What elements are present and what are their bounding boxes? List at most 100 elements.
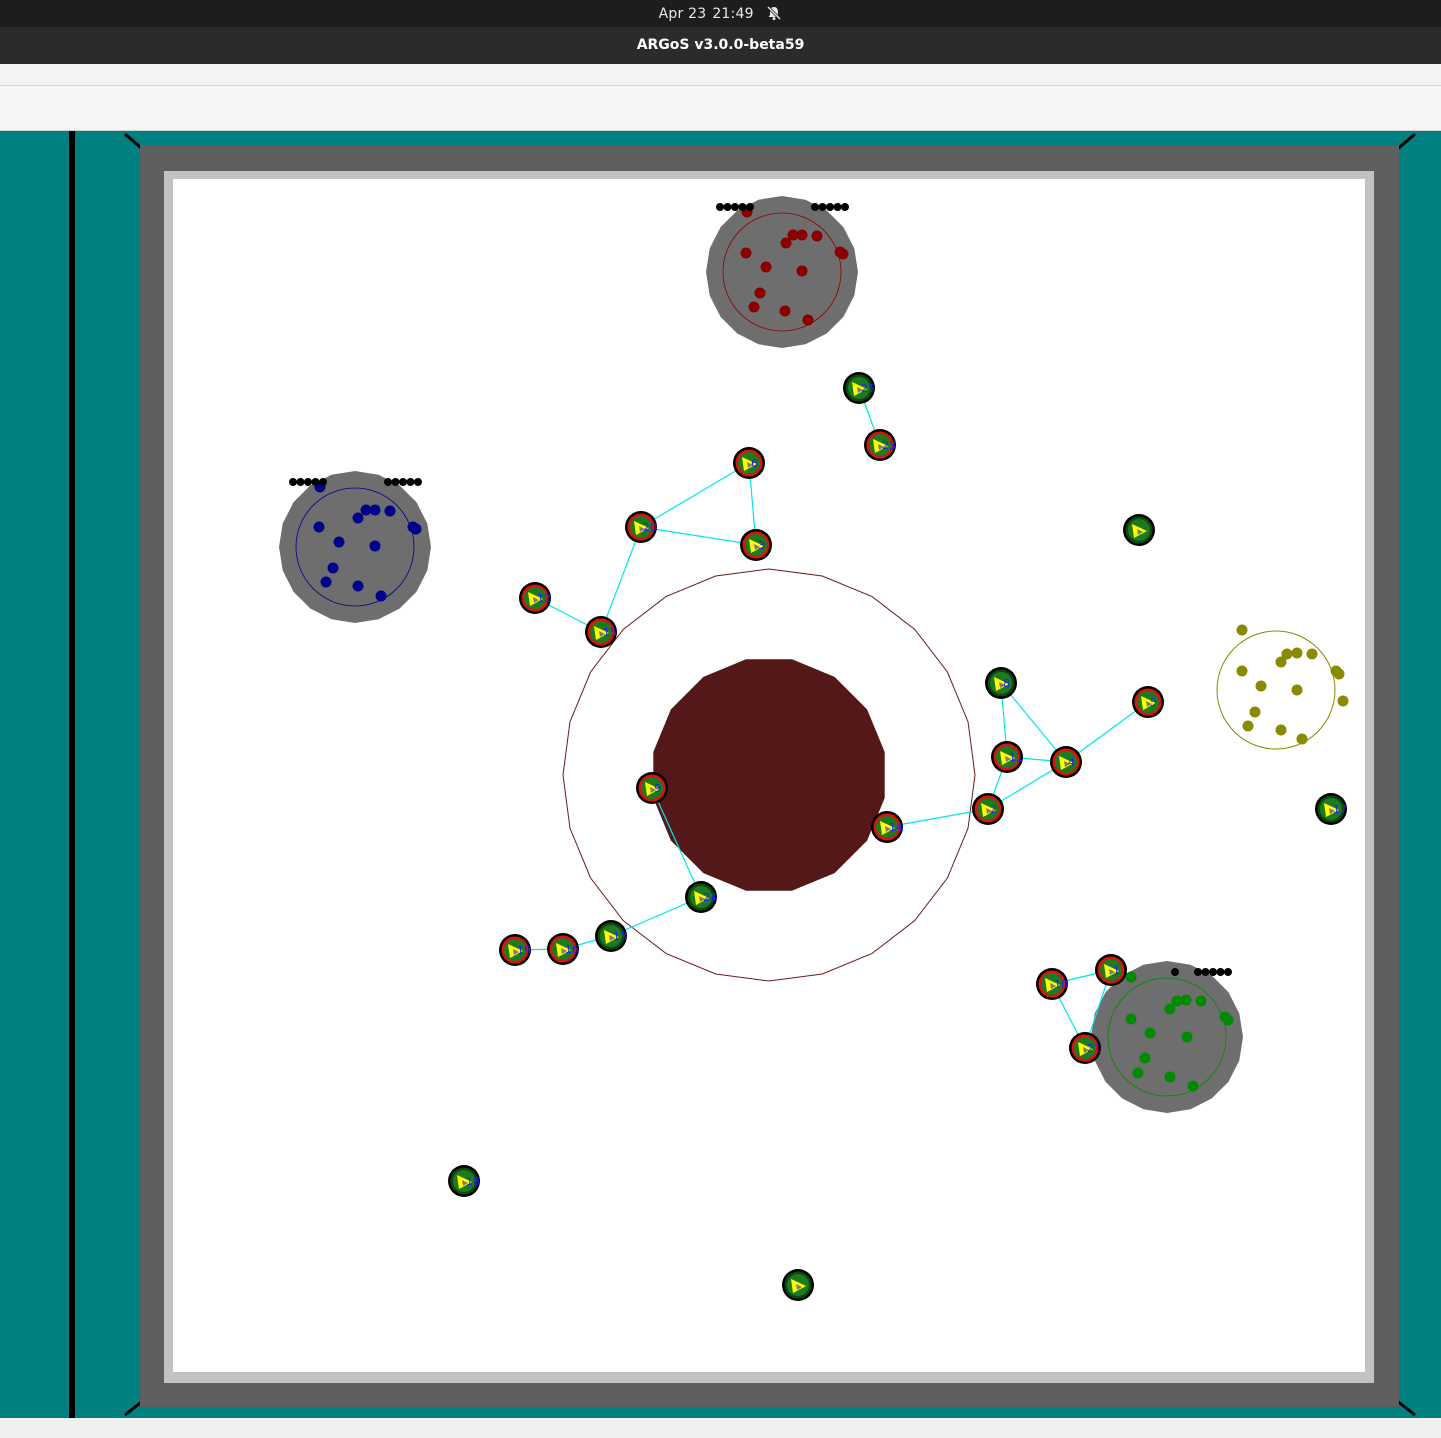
food-item [837, 248, 849, 260]
robot[interactable]: 9 [636, 772, 668, 804]
nest-marker-dot [414, 478, 422, 486]
nest-marker-dot [289, 478, 297, 486]
food-item [811, 230, 823, 242]
food-item [352, 580, 364, 592]
robot-id-label: 18 [466, 1175, 480, 1188]
robot-id-label: 19 [517, 944, 531, 957]
nest-marker-dot [1224, 968, 1232, 976]
central-obstacle [653, 659, 885, 891]
robot-id-label: 3 [758, 539, 765, 552]
nest-marker-dot [399, 478, 407, 486]
food-item [1275, 724, 1287, 736]
nest-marker-dot [304, 478, 312, 486]
nest-marker-dot [319, 478, 327, 486]
arena-scene[interactable]: 25 23 6 20 3 12 15 8 11 4 5 2 17 9 14 24 13 16 19 10 1 21 18 [0, 131, 1441, 1418]
system-top-bar: Apr 23 21:49 [0, 0, 1441, 27]
arena-3d-viewport[interactable]: 25 23 6 20 3 12 15 8 11 4 5 2 17 9 14 24 13 16 19 10 1 21 18 [0, 131, 1441, 1418]
robot-id-label: 13 [613, 930, 627, 943]
food-item [1333, 668, 1345, 680]
food-item [796, 265, 808, 277]
robot[interactable]: 17 [1315, 793, 1347, 825]
nest-marker-dot [391, 478, 400, 486]
clock-time: 21:49 [712, 6, 754, 22]
nest-marker-dot [1194, 968, 1202, 976]
bell-muted-icon [767, 5, 782, 21]
window-title: ARGoS v3.0.0-beta59 [636, 37, 805, 53]
nest-marker-dot [1209, 968, 1217, 976]
robot[interactable]: 11 [991, 741, 1023, 773]
status-bar [0, 1418, 1441, 1438]
robot-id-label: 12 [537, 592, 551, 605]
robot[interactable] [782, 1269, 814, 1301]
viewport-edge-line [69, 131, 75, 1418]
food-item [1291, 647, 1303, 659]
food-item [333, 536, 345, 548]
robot-id-label: 1 [1113, 964, 1120, 977]
robot[interactable]: 20 [625, 511, 657, 543]
robot[interactable]: 16 [547, 933, 579, 965]
robot-id-label: 2 [990, 803, 997, 816]
robot-id-label: 23 [882, 439, 896, 452]
menu-bar [0, 64, 1441, 86]
food-item [779, 305, 791, 317]
robot[interactable]: 18 [448, 1165, 480, 1197]
food-item [796, 229, 808, 241]
robot[interactable]: 19 [499, 934, 531, 966]
robot-id-label: 4 [1068, 756, 1075, 769]
robot-id-label: 25 [861, 382, 875, 395]
nest-marker-dot [384, 478, 392, 486]
food-item [1255, 680, 1267, 692]
robot[interactable]: 1 [1095, 954, 1127, 986]
robot[interactable]: 21 [1069, 1032, 1101, 1064]
nest-marker-dot [311, 478, 320, 486]
nest-marker-dot [296, 478, 305, 486]
nest-marker-dot [826, 203, 834, 211]
robot-id-label: 15 [603, 626, 617, 639]
system-clock[interactable]: Apr 23 21:49 [0, 5, 1441, 22]
robot-id-label: 9 [654, 782, 661, 795]
food-item [1125, 1013, 1137, 1025]
window-title-bar: ARGoS v3.0.0-beta59 [0, 27, 1441, 64]
food-item [1139, 1052, 1151, 1064]
robot[interactable] [1123, 514, 1155, 546]
robot[interactable]: 10 [1036, 968, 1068, 1000]
robot[interactable]: 8 [985, 667, 1017, 699]
robot[interactable]: 25 [843, 372, 875, 404]
food-item [352, 512, 364, 524]
nest-marker-dot [716, 203, 724, 211]
food-item [1164, 1071, 1176, 1083]
robot[interactable]: 6 [733, 447, 765, 479]
food-item [375, 590, 387, 602]
robot-id-label: 6 [751, 457, 758, 470]
robot[interactable]: 24 [685, 881, 717, 913]
food-item [327, 562, 339, 574]
food-item [1125, 971, 1137, 983]
robot[interactable]: 2 [972, 793, 1004, 825]
nest-marker-dot [738, 203, 747, 211]
robot-id-label: 20 [643, 521, 657, 534]
food-item [410, 523, 422, 535]
food-item [1144, 1027, 1156, 1039]
nest-marker-dot [841, 203, 849, 211]
robot[interactable]: 12 [519, 582, 551, 614]
robot-id-label: 16 [565, 943, 579, 956]
robot-id-label: 24 [703, 891, 717, 904]
robot[interactable]: 5 [1132, 686, 1164, 718]
food-item [1195, 995, 1207, 1007]
food-item [320, 576, 332, 588]
robot[interactable]: 3 [740, 529, 772, 561]
nest-marker-dot [833, 203, 842, 211]
robot[interactable]: 14 [871, 811, 903, 843]
robot[interactable]: 4 [1050, 746, 1082, 778]
food-item [1236, 624, 1248, 636]
nest-marker-dot [811, 203, 819, 211]
nest-marker-dot [746, 203, 754, 211]
robot[interactable]: 23 [864, 429, 896, 461]
food-item [802, 314, 814, 326]
robot[interactable]: 13 [595, 920, 627, 952]
simulation-toolbar [0, 86, 1441, 131]
food-item [369, 540, 381, 552]
robot-id-label: 11 [1009, 751, 1023, 764]
robot[interactable]: 15 [585, 616, 617, 648]
robot-id-label: 5 [1150, 696, 1157, 709]
